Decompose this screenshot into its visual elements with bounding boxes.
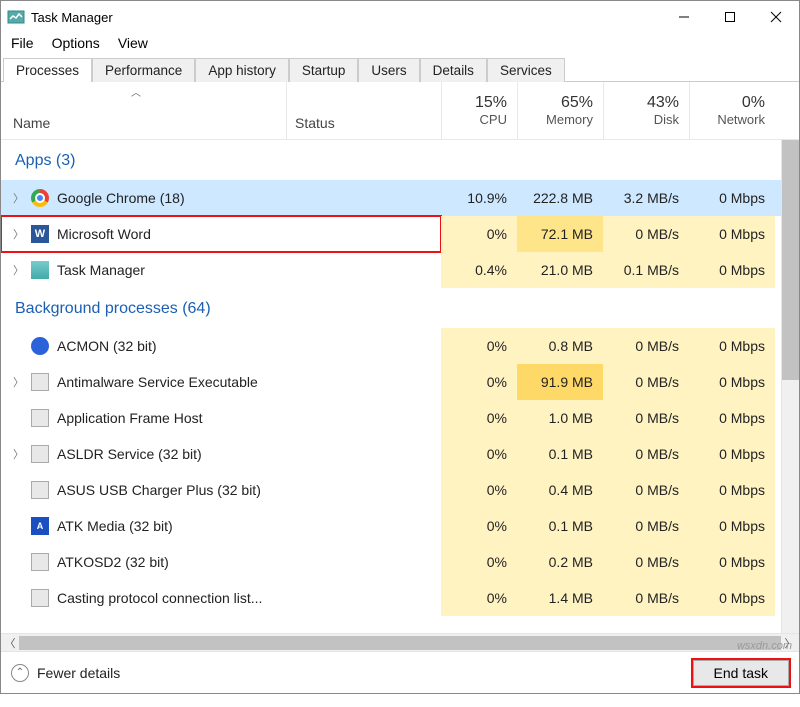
window-title: Task Manager xyxy=(31,10,661,25)
tab-services[interactable]: Services xyxy=(487,58,565,82)
process-name: Application Frame Host xyxy=(57,410,203,426)
generic-icon xyxy=(31,409,49,427)
tab-startup[interactable]: Startup xyxy=(289,58,359,82)
menubar: File Options View xyxy=(1,33,799,57)
titlebar[interactable]: Task Manager xyxy=(1,1,799,33)
tab-bar: Processes Performance App history Startu… xyxy=(1,57,799,82)
tab-processes[interactable]: Processes xyxy=(3,58,92,82)
process-name: ATKOSD2 (32 bit) xyxy=(57,554,169,570)
expand-icon[interactable]: 〉 xyxy=(13,374,23,390)
tab-app-history[interactable]: App history xyxy=(195,58,289,82)
chrome-icon xyxy=(31,189,49,207)
scroll-left-icon[interactable]: 〈 xyxy=(1,635,19,651)
vertical-scrollbar[interactable] xyxy=(781,140,799,633)
header-network[interactable]: 0% Network xyxy=(689,82,775,139)
collapse-icon: ⌃ xyxy=(11,664,29,682)
tab-performance[interactable]: Performance xyxy=(92,58,195,82)
header-status[interactable]: Status xyxy=(286,82,441,139)
footer: ⌃ Fewer details End task xyxy=(1,651,799,693)
menu-file[interactable]: File xyxy=(11,35,34,51)
sort-indicator-icon: ︿ xyxy=(131,84,141,99)
generic-icon xyxy=(31,589,49,607)
process-row[interactable]: 〉ACMON (32 bit) 0%0.8 MB0 MB/s0 Mbps xyxy=(1,328,781,364)
process-row[interactable]: 〉 W Microsoft Word xyxy=(1,216,441,252)
process-row[interactable]: 〉Application Frame Host 0%1.0 MB0 MB/s0 … xyxy=(1,400,781,436)
process-name: ACMON (32 bit) xyxy=(57,338,157,354)
memory-usage-pct: 65% xyxy=(561,94,593,112)
process-list: Apps (3) 〉Google Chrome (18) 10.9% 222.8… xyxy=(1,140,799,633)
expand-icon[interactable]: 〉 xyxy=(13,226,23,242)
generic-icon xyxy=(31,373,49,391)
atk-icon: A xyxy=(31,517,49,535)
process-name: Casting protocol connection list... xyxy=(57,590,262,606)
network-usage-pct: 0% xyxy=(742,94,765,112)
generic-icon xyxy=(31,337,49,355)
header-memory[interactable]: 65% Memory xyxy=(517,82,603,139)
process-name: Antimalware Service Executable xyxy=(57,374,258,390)
usb-icon xyxy=(31,481,49,499)
expand-icon[interactable]: 〉 xyxy=(13,262,23,278)
task-manager-window: Task Manager File Options View Processes… xyxy=(0,0,800,694)
menu-view[interactable]: View xyxy=(118,35,148,51)
header-cpu[interactable]: 15% CPU xyxy=(441,82,517,139)
minimize-button[interactable] xyxy=(661,1,707,33)
cpu-usage-pct: 15% xyxy=(475,94,507,112)
process-row[interactable]: 〉ATKOSD2 (32 bit) 0%0.2 MB0 MB/s0 Mbps xyxy=(1,544,781,580)
process-name: Google Chrome (18) xyxy=(57,190,185,206)
group-apps[interactable]: Apps (3) xyxy=(1,140,781,180)
process-row[interactable]: 〉Google Chrome (18) 10.9% 222.8 MB 3.2 M… xyxy=(1,180,781,216)
generic-icon xyxy=(31,553,49,571)
expand-icon[interactable]: 〉 xyxy=(13,446,23,462)
end-task-button[interactable]: End task xyxy=(693,660,789,686)
process-name: Microsoft Word xyxy=(57,226,151,242)
task-manager-icon xyxy=(31,261,49,279)
column-headers: ︿ Name Status 15% CPU 65% Memory 43% Dis… xyxy=(1,82,799,140)
word-icon: W xyxy=(31,225,49,243)
process-row[interactable]: 〉Casting protocol connection list... 0%1… xyxy=(1,580,781,616)
process-name: ATK Media (32 bit) xyxy=(57,518,173,534)
tab-details[interactable]: Details xyxy=(420,58,487,82)
process-row[interactable]: 〉ASLDR Service (32 bit) 0%0.1 MB0 MB/s0 … xyxy=(1,436,781,472)
expand-icon[interactable]: 〉 xyxy=(13,190,23,206)
close-button[interactable] xyxy=(753,1,799,33)
app-icon xyxy=(7,8,25,26)
process-name: Task Manager xyxy=(57,262,145,278)
watermark: wsxdn.com xyxy=(737,640,792,652)
process-row[interactable]: 〉Task Manager 0.4% 21.0 MB 0.1 MB/s 0 Mb… xyxy=(1,252,781,288)
process-row[interactable]: 〉ASUS USB Charger Plus (32 bit) 0%0.4 MB… xyxy=(1,472,781,508)
fewer-details-button[interactable]: ⌃ Fewer details xyxy=(11,664,120,682)
process-row[interactable]: 〉AATK Media (32 bit) 0%0.1 MB0 MB/s0 Mbp… xyxy=(1,508,781,544)
scrollbar-thumb[interactable] xyxy=(19,636,781,650)
process-name: ASLDR Service (32 bit) xyxy=(57,446,202,462)
header-disk[interactable]: 43% Disk xyxy=(603,82,689,139)
disk-usage-pct: 43% xyxy=(647,94,679,112)
window-controls xyxy=(661,1,799,33)
process-name: ASUS USB Charger Plus (32 bit) xyxy=(57,482,261,498)
generic-icon xyxy=(31,445,49,463)
header-name[interactable]: Name xyxy=(1,82,286,139)
group-background[interactable]: Background processes (64) xyxy=(1,288,781,328)
tab-users[interactable]: Users xyxy=(358,58,419,82)
process-row[interactable]: 〉Antimalware Service Executable 0%91.9 M… xyxy=(1,364,781,400)
menu-options[interactable]: Options xyxy=(52,35,100,51)
horizontal-scrollbar[interactable]: 〈 〉 xyxy=(1,633,799,651)
scrollbar-thumb[interactable] xyxy=(782,140,799,380)
maximize-button[interactable] xyxy=(707,1,753,33)
